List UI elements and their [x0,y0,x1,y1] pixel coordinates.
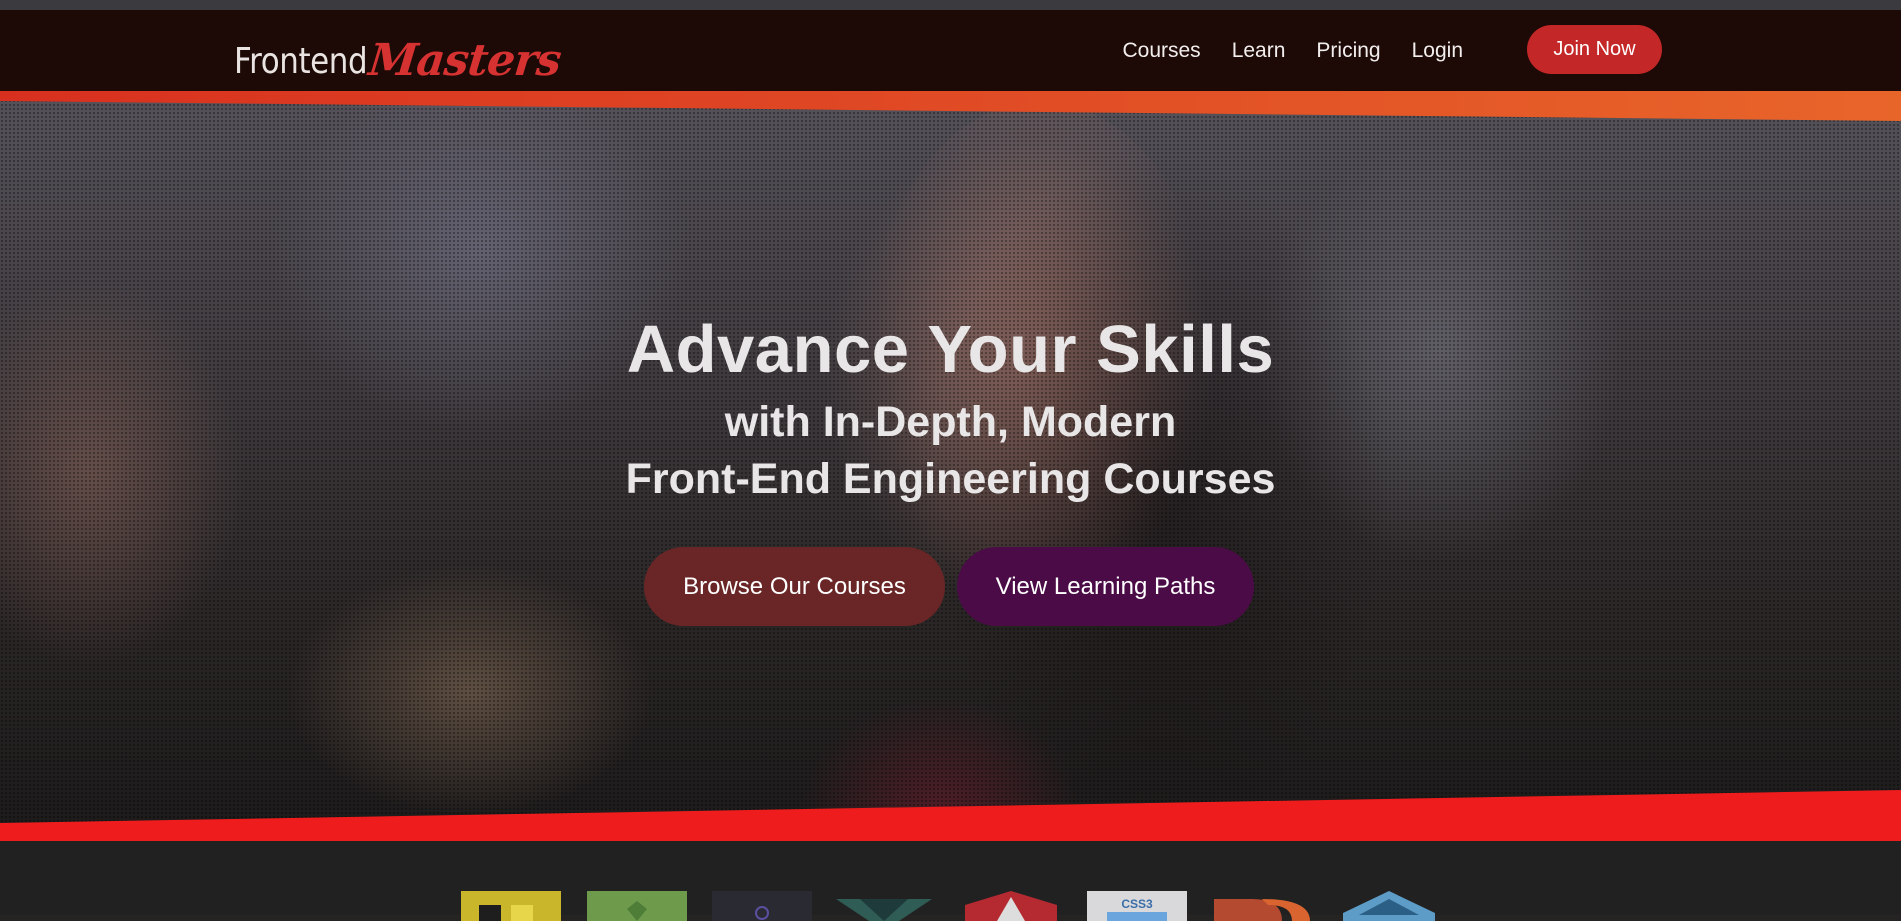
frontend-masters-logo[interactable]: Frontend Masters [234,28,563,86]
d3-logo-icon[interactable] [1212,891,1312,921]
webgl-logo-icon[interactable] [1339,891,1439,921]
logo-text-frontend: Frontend [234,41,368,82]
browser-top-strip [0,0,1901,10]
logo-text-masters: Masters [366,35,563,86]
hero-subtitle-line2: Front-End Engineering Courses [625,455,1276,503]
angular-logo-icon[interactable] [961,891,1061,921]
vue-logo-icon[interactable] [834,891,934,921]
css3-logo-icon[interactable]: CSS3 [1087,891,1187,921]
nodejs-logo-icon[interactable] [587,891,687,921]
nav-learn-link[interactable]: Learn [1232,39,1286,63]
webpack-logo-icon[interactable] [712,891,812,921]
hero-subtitle-line1: with In-Depth, Modern [724,398,1177,446]
view-learning-paths-button[interactable]: View Learning Paths [957,547,1254,626]
main-nav: Courses Learn Pricing Login [1091,10,1463,91]
technology-logos-row: CSS3 [0,841,1901,921]
nav-courses-link[interactable]: Courses [1122,39,1200,63]
hero-title: Advance Your Skills [626,312,1275,387]
javascript-logo-icon[interactable] [461,891,561,921]
nav-pricing-link[interactable]: Pricing [1316,39,1380,63]
svg-text:CSS3: CSS3 [1121,897,1153,911]
browse-courses-button[interactable]: Browse Our Courses [644,547,945,626]
join-now-button[interactable]: Join Now [1527,25,1662,74]
nav-login-link[interactable]: Login [1412,39,1463,63]
